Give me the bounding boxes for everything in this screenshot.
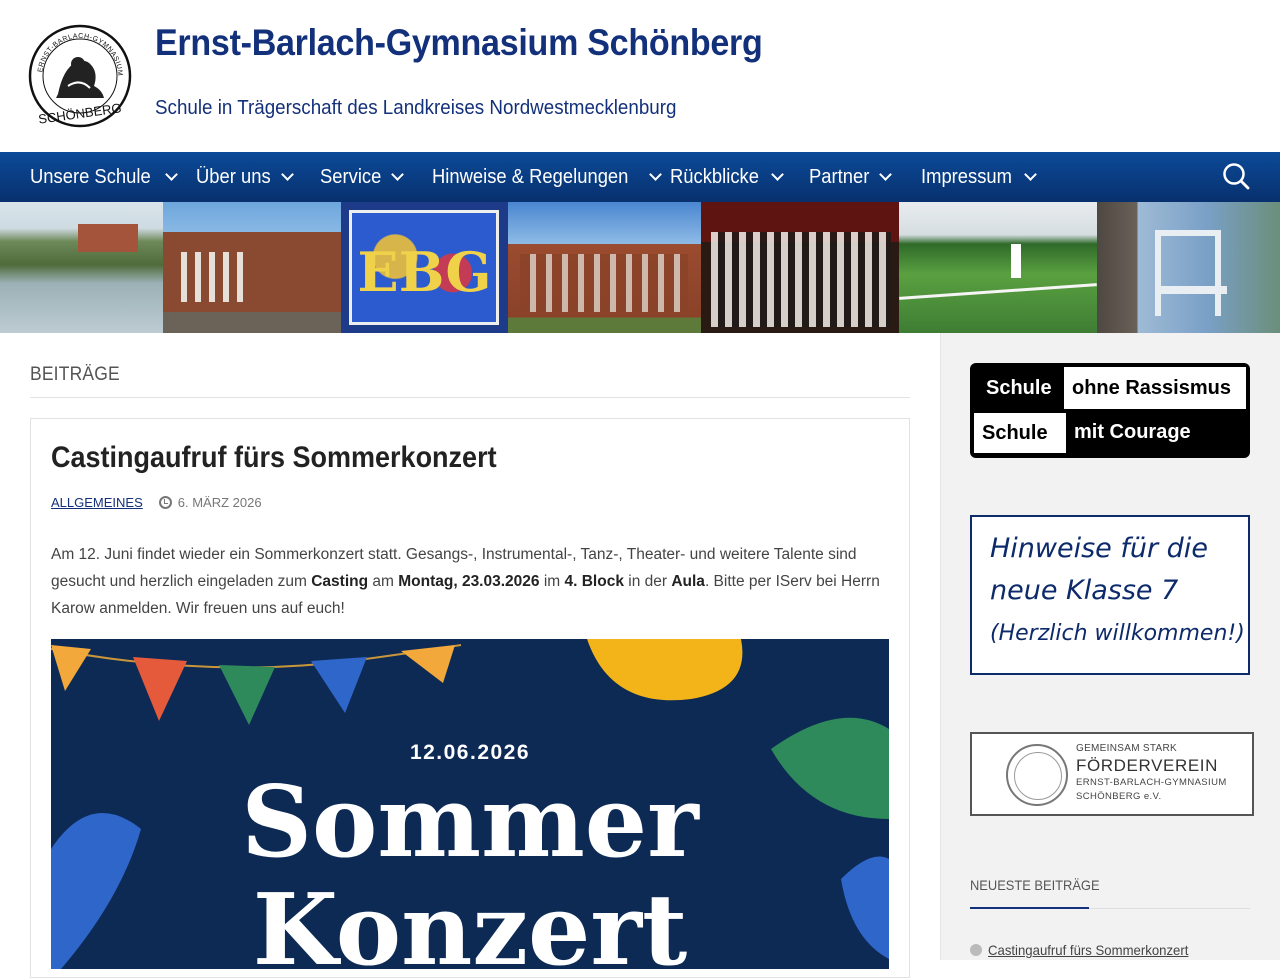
banner-photo-choir [701,202,899,333]
banner-photo-sports-field [899,202,1097,333]
foerder-line-3: ERNST-BARLACH-GYMNASIUM [1076,777,1227,788]
clock-icon [158,496,172,509]
klasse-line-3: (Herzlich willkommen!) [990,621,1245,646]
foerderverein-seal-icon [1006,744,1068,806]
post-text-bold: Casting [311,573,369,590]
poster-headline: Sommer Konzert [51,765,889,970]
banner-photo-main-building [508,202,701,333]
nav-label: Hinweise & Regelungen [432,165,629,188]
recent-post-item: Castingaufruf fürs Sommerkonzert [970,942,1201,958]
recent-post-link[interactable]: Castingaufruf fürs Sommerkonzert [988,942,1188,958]
search-icon[interactable] [1221,161,1251,191]
chevron-down-icon [770,168,784,181]
courage-box-ohne: ohne Rassismus [1064,367,1246,409]
klasse-7-hinweise-banner[interactable]: Hinweise für die neue Klasse 7 (Herzlich… [970,515,1250,675]
schule-ohne-rassismus-banner[interactable]: Schule ohne Rassismus Schule mit Courage [970,363,1250,458]
post-excerpt: Am 12. Juni findet wieder ein Sommerkonz… [51,541,891,622]
school-logo[interactable]: ERNST-BARLACH-GYMNASIUM SCHÖNBERG [28,24,132,128]
post-date[interactable]: 6. März 2026 [178,495,262,510]
nav-item-unsere-schule[interactable]: Unsere Schule [30,152,179,202]
main-navigation: Unsere Schule Über uns Service Hinweise … [0,152,1280,202]
divider [30,397,910,398]
foerder-line-4: SCHÖNBERG e.V. [1076,791,1162,802]
post-meta: Allgemeines 6. März 2026 [51,495,262,510]
nav-item-impressum[interactable]: Impressum [921,152,1037,202]
post-text-part: in der [623,573,672,590]
nav-label: Rückblicke [670,165,759,188]
post-card: Castingaufruf fürs Sommerkonzert Allgeme… [30,418,910,978]
banner-photo-school-building [163,202,341,333]
site-header: ERNST-BARLACH-GYMNASIUM SCHÖNBERG Ernst-… [0,0,1280,152]
banner-photo-graffiti: EBG [341,202,508,333]
courage-label-mit: mit Courage [1074,421,1191,443]
bullet-icon [970,944,982,956]
header-image-banner: EBG [0,202,1280,333]
recent-posts-title: Neueste Beiträge [970,877,1100,893]
divider-accent [970,907,1089,909]
chevron-down-icon [1024,168,1037,181]
archive-title: Beiträge [30,364,120,385]
poster-line-2: Konzert [252,873,688,970]
nav-item-ueber-uns[interactable]: Über uns [196,152,295,202]
klasse-line-1: Hinweise für die [990,533,1208,564]
nav-label: Über uns [196,165,271,188]
nav-item-partner[interactable]: Partner [809,152,892,202]
courage-box-schule-2: Schule [974,413,1066,453]
banner-photo-chair-lake [1097,202,1280,333]
post-text-bold: Aula [671,573,705,590]
chevron-down-icon [165,168,179,181]
klasse-line-2: neue Klasse 7 [990,575,1179,606]
post-text-part: im [539,573,565,590]
chevron-down-icon [649,168,663,181]
banner-photo-lake [0,202,163,333]
foerder-line-1: GEMEINSAM STARK [1076,743,1177,754]
chevron-down-icon [878,168,892,181]
graffiti-text: EBG [357,240,492,304]
nav-label: Unsere Schule [30,165,151,188]
nav-item-service[interactable]: Service [320,152,404,202]
post-text-part: am [368,573,399,590]
foerder-line-2: FÖRDERVEREIN [1076,756,1218,775]
chevron-down-icon [390,168,404,181]
nav-label: Service [320,165,382,188]
post-text-bold: Montag, 23.03.2026 [398,573,540,590]
chevron-down-icon [281,168,295,181]
post-category-link[interactable]: Allgemeines [51,495,143,510]
nav-item-rueckblicke[interactable]: Rückblicke [670,152,784,202]
poster-line-1: Sommer [241,765,699,880]
site-description: Schule in Trägerschaft des Landkreises N… [155,97,677,119]
nav-label: Partner [809,165,870,188]
post-text-bold: 4. Block [564,573,624,590]
nav-label: Impressum [921,165,1012,188]
nav-item-hinweise-regelungen[interactable]: Hinweise & Regelungen [432,152,663,202]
poster-date: 12.06.2026 [409,741,531,764]
site-title[interactable]: Ernst-Barlach-Gymnasium Schönberg [155,22,763,64]
courage-label-schule-1: Schule [986,377,1052,399]
post-title[interactable]: Castingaufruf fürs Sommerkonzert [51,441,497,475]
post-poster-image[interactable]: 12.06.2026 Sommer Konzert [51,639,889,969]
foerderverein-banner[interactable]: GEMEINSAM STARK FÖRDERVEREIN ERNST-BARLA… [970,732,1254,816]
